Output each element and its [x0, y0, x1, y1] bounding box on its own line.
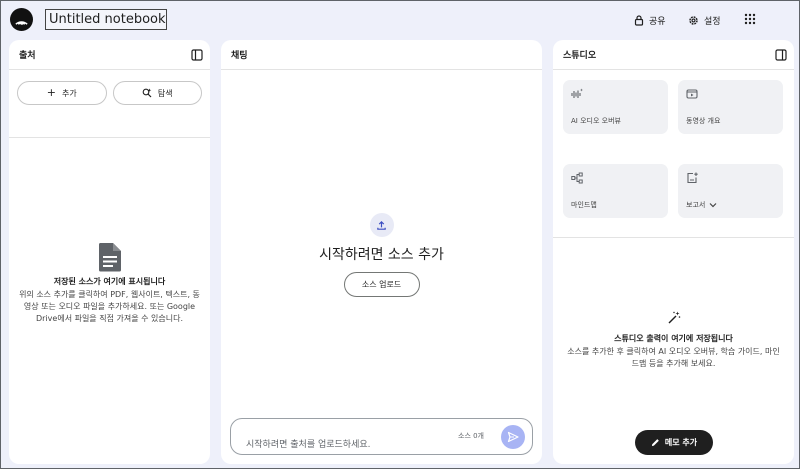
chat-panel: 채팅 시작하려면 소스 추가 소스 업로드 시작하려면 출처를 업로드하세요. … [221, 40, 542, 464]
chat-empty-title: 시작하려면 소스 추가 [319, 247, 444, 263]
report-card[interactable]: 보고서 [678, 163, 783, 218]
video-icon [686, 89, 698, 99]
studio-title: 스튜디오 [563, 51, 597, 61]
report-label-wrap: 보고서 [686, 200, 717, 210]
studio-empty-title: 스튜디오 출력이 여기에 저장됩니다 [614, 334, 733, 343]
explore-button[interactable]: 탐색 [112, 81, 202, 105]
settings-button[interactable]: 설정 [688, 11, 721, 29]
audio-overview-label: AI 오디오 오버뷰 [571, 117, 621, 125]
add-memo-label: 메모 추가 [664, 438, 698, 447]
studio-panel: 스튜디오 AI 오디오 오버뷰 동영상 개요 마인드맵 보고서 스튜디오 출력이… [553, 40, 794, 464]
mindmap-label: 마인드맵 [571, 200, 597, 209]
collapse-panel-icon[interactable] [775, 49, 787, 61]
chat-input-placeholder[interactable]: 시작하려면 출처를 업로드하세요. [246, 437, 371, 450]
add-source-label: 추가 [61, 88, 77, 98]
sources-header: 출처 [9, 40, 210, 70]
app-logo-icon[interactable] [10, 8, 33, 31]
chevron-down-icon[interactable] [709, 202, 717, 208]
studio-cards: AI 오디오 오버뷰 동영상 개요 마인드맵 보고서 [553, 70, 794, 238]
send-icon [507, 431, 519, 443]
studio-empty-state: 스튜디오 출력이 여기에 저장됩니다 소스를 추가한 후 클릭하여 AI 오디오… [553, 310, 794, 370]
chat-empty-state: 시작하려면 소스 추가 소스 업로드 [221, 213, 542, 297]
video-overview-card[interactable]: 동영상 개요 [678, 80, 783, 134]
search-sparkle-icon [142, 88, 152, 98]
add-memo-button[interactable]: 메모 추가 [635, 430, 713, 455]
apps-grid-icon[interactable] [744, 13, 756, 25]
collapse-panel-icon[interactable] [191, 49, 203, 61]
audio-waveform-icon [571, 88, 583, 98]
chat-header: 채팅 [221, 40, 542, 70]
report-label: 보고서 [686, 200, 706, 209]
studio-header: 스튜디오 [553, 40, 794, 70]
upload-icon [369, 213, 394, 237]
sources-empty-title: 저장된 소스가 여기에 표시됩니다 [53, 277, 166, 286]
upload-source-button[interactable]: 소스 업로드 [343, 272, 420, 297]
sources-actions: + 추가 탐색 [9, 70, 210, 138]
plus-icon: + [46, 86, 56, 99]
explore-label: 탐색 [157, 88, 173, 98]
report-icon [687, 172, 698, 183]
mindmap-card[interactable]: 마인드맵 [563, 163, 668, 218]
sources-title: 출처 [19, 51, 36, 61]
chat-input-box[interactable]: 시작하려면 출처를 업로드하세요. 소스 0개 [230, 418, 533, 455]
add-source-button[interactable]: + 추가 [17, 81, 107, 105]
sources-empty-description: 위의 소스 추가를 클릭하여 PDF, 웹사이트, 텍스트, 동영상 또는 오디… [19, 290, 200, 323]
share-button[interactable]: 공유 [634, 11, 666, 29]
send-button[interactable] [501, 425, 525, 449]
pencil-icon [651, 439, 659, 447]
top-bar: Untitled notebook 공유 설정 [0, 0, 800, 40]
magic-wand-icon [668, 311, 680, 324]
share-label: 공유 [649, 16, 666, 27]
settings-label: 설정 [704, 16, 721, 27]
mindmap-icon [571, 172, 583, 183]
chat-title: 채팅 [231, 51, 248, 61]
sources-panel: 출처 + 추가 탐색 저장된 소스가 여기에 표시됩니다 위의 소스 추가를 클… [9, 40, 210, 464]
notebook-title-input[interactable]: Untitled notebook [45, 9, 167, 30]
audio-overview-card[interactable]: AI 오디오 오버뷰 [563, 80, 668, 134]
studio-empty-description: 소스를 추가한 후 클릭하여 AI 오디오 오버뷰, 학습 가이드, 마인드맵 … [567, 347, 780, 368]
video-overview-label: 동영상 개요 [686, 117, 721, 125]
source-count: 소스 0개 [458, 432, 484, 440]
lock-icon [634, 14, 644, 26]
sources-empty-state: 저장된 소스가 여기에 표시됩니다 위의 소스 추가를 클릭하여 PDF, 웹사… [9, 242, 210, 325]
gear-icon [689, 15, 698, 25]
document-icon [98, 243, 121, 272]
